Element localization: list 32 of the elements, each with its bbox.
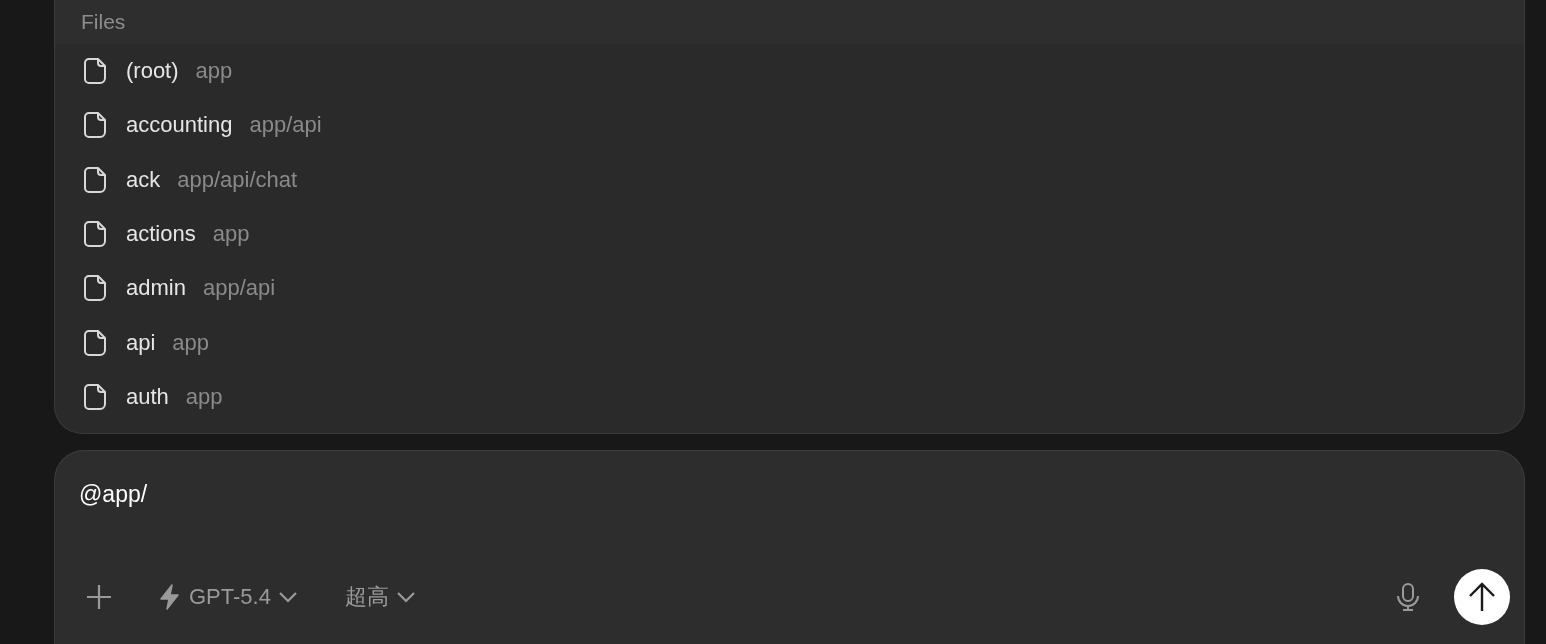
- file-name[interactable]: api: [126, 329, 156, 356]
- file-path: app/api: [202, 275, 276, 302]
- lightning-icon: [159, 584, 181, 610]
- file-name[interactable]: auth: [126, 383, 169, 410]
- add-icon[interactable]: [85, 583, 113, 611]
- file-icon: [84, 275, 106, 302]
- file-path: app/api/chat: [177, 166, 298, 193]
- file-path: app: [212, 221, 250, 248]
- chevron-down-icon: [396, 591, 415, 603]
- file-icon: [84, 166, 106, 193]
- microphone-icon[interactable]: [1396, 583, 1420, 611]
- file-icon: [84, 112, 106, 139]
- model-selector[interactable]: GPT-5.4: [159, 584, 297, 610]
- file-path: app: [195, 58, 233, 85]
- file-icon: [84, 221, 106, 248]
- file-icon: [84, 383, 106, 410]
- file-name[interactable]: (root): [126, 58, 179, 85]
- file-name[interactable]: accounting: [126, 112, 233, 139]
- file-name[interactable]: ack: [126, 166, 161, 193]
- send-button[interactable]: [1454, 569, 1510, 625]
- file-path: app: [185, 383, 223, 410]
- effort-selector[interactable]: 超高: [344, 582, 415, 612]
- file-name[interactable]: actions: [126, 221, 196, 248]
- file-icon: [84, 58, 106, 85]
- section-heading: Files: [81, 10, 126, 34]
- file-name[interactable]: admin: [126, 275, 186, 302]
- message-input[interactable]: @app/: [79, 481, 148, 507]
- arrow-up-icon: [1468, 582, 1496, 612]
- file-icon: [84, 329, 106, 356]
- file-path: app: [172, 329, 210, 356]
- chevron-down-icon: [278, 591, 297, 603]
- file-path: app/api: [249, 112, 322, 139]
